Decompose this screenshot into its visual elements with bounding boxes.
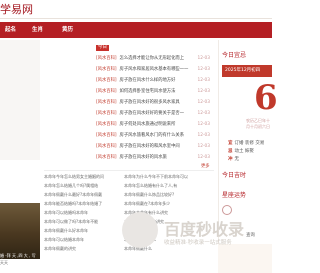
nav-item-zodiac[interactable]: 生肖: [32, 22, 43, 38]
list-item-title[interactable]: 房子放在风水好的很多风水家具: [120, 100, 180, 105]
ji-row: 忌动土 嫁娶: [228, 148, 254, 155]
header: 学易网: [0, 0, 272, 20]
header-divider: [0, 18, 272, 19]
list-item-category: [风水百科]: [96, 133, 117, 138]
grid-link[interactable]: 本命年佩戴什么饰品比较好?: [124, 192, 202, 198]
date-bar: 2025年12月初四: [222, 65, 272, 77]
site-title[interactable]: 学易网: [0, 0, 33, 20]
list-item-date: 12-03: [197, 144, 211, 149]
chong-row: 冲无: [228, 156, 239, 163]
horoscope-title[interactable]: 星座运势: [222, 190, 246, 199]
more-link[interactable]: 更多: [201, 163, 210, 169]
list-item-category: [风水百科]: [96, 89, 117, 94]
list-section-tag: 今日: [96, 45, 109, 51]
chong-text: 无: [234, 157, 240, 162]
nav-item-naming[interactable]: 起名: [5, 22, 16, 38]
watermark-logo-icon: [122, 212, 158, 248]
list-item[interactable]: [风水百科] 房子放在风水好的很多风水家具 12-03: [96, 98, 212, 108]
list-item-title[interactable]: 房子放在风水好好的要关于是否一: [120, 111, 184, 116]
list-item-date: 12-03: [197, 100, 211, 105]
yi-text: 订婚 装修 交易: [234, 141, 265, 146]
list-item[interactable]: [风水百科] 房子放在风水好的和风水室中间 12-03: [96, 142, 212, 152]
auspicious-hours-title: 今日吉时: [222, 172, 247, 179]
list-item-date: 12-03: [197, 155, 211, 160]
list-item[interactable]: [风水百科] 房子放在风水什么样的地方好 12-03: [96, 76, 212, 86]
list-item[interactable]: [风水百科] 房子何处风水旅通过明说来所 12-03: [96, 120, 212, 130]
list-item-date: 12-03: [197, 122, 211, 127]
grid-link[interactable]: 本命年今年怎么结男女主婚姻的问: [44, 174, 122, 180]
grid-link[interactable]: 本命年佩戴的讲究: [44, 246, 122, 252]
watermark-subtext: 收益精准·秒收录一站式服务: [164, 240, 232, 246]
list-item-category: [风水百科]: [96, 155, 117, 160]
ji-label: 忌: [228, 149, 233, 154]
grid-link[interactable]: 本命年怎么结婚几个吗?属相结: [44, 183, 122, 189]
watermark: 百度秒收录 收益精准·秒收录一站式服务: [122, 212, 270, 248]
list-item-category: [风水百科]: [96, 122, 117, 127]
list-item-title[interactable]: 房子放在风水好的风水旅: [120, 155, 167, 160]
yi-row: 宜订婚 装修 交易: [228, 140, 264, 147]
list-item-title[interactable]: 房子放在风水什么样的地方好: [120, 78, 176, 83]
list-item-date: 12-03: [197, 111, 211, 116]
list-item-title[interactable]: 房子何处风水旅通过明说来所: [120, 122, 176, 127]
grid-link[interactable]: 本命年可以结婚本命年: [44, 237, 122, 243]
feature-image[interactable]: [0, 203, 40, 259]
list-item-date: 12-03: [197, 56, 211, 61]
list-item[interactable]: [风水百科] 房子放在风水好的风水旅 12-03: [96, 153, 212, 163]
left-column: 婚 -拜 天 ,四 大 , 写 之 天天: [0, 40, 40, 273]
list-item[interactable]: [风水百科] 怎么选择才能让你从无形起化而上 12-03: [96, 54, 212, 64]
yi-label: 宜: [228, 141, 233, 146]
grid-link[interactable]: 本命年能否结婚吗?本命年结婚了: [44, 201, 122, 207]
list-item-category: [风水百科]: [96, 67, 117, 72]
list-item-title[interactable]: 怎么选择才能让你从无形起化而上: [120, 56, 184, 61]
grid-link[interactable]: 本命年佩戴什么好本命年: [44, 228, 122, 234]
right-bottom-panel: [218, 244, 272, 273]
big-day-number: 6: [254, 78, 278, 118]
list-item-category: [风水百科]: [96, 56, 117, 61]
list-item-title[interactable]: 房子放在风水好的和风水室中间: [120, 144, 180, 149]
list-item-date: 12-03: [197, 89, 211, 94]
main-nav: 起名 生肖 黄历: [0, 22, 272, 38]
left-text: 天天: [0, 260, 8, 265]
grid-link[interactable]: 本命年可以结婚吗本命年: [44, 210, 122, 216]
lunar-date-secondary: 十月初六日: [250, 124, 270, 129]
section-divider: [44, 170, 214, 171]
list-item-category: [风水百科]: [96, 144, 117, 149]
list-item-title[interactable]: 如何选择卧室住宅风水使方法: [120, 89, 176, 94]
list-item[interactable]: [风水百科] 房子放在风水好好的要关于是否一 12-03: [96, 109, 212, 119]
list-item-date: 12-03: [197, 78, 211, 83]
watermark-text: 百度秒收录: [164, 220, 245, 239]
list-item-title[interactable]: 房子风水和家居风水基本有哪些一一: [120, 67, 189, 72]
nav-item-almanac[interactable]: 黄历: [62, 22, 73, 38]
list-item[interactable]: [风水百科] 房子风水和家居风水基本有哪些一一 12-03: [96, 65, 212, 75]
grid-link[interactable]: 本命年为什么今年不下前本命年可以: [124, 174, 202, 180]
chong-label: 冲: [228, 157, 233, 162]
ji-text: 动土 嫁娶: [234, 149, 254, 154]
list-item-title[interactable]: 房子风水旅看风水门的有什么关系: [120, 133, 184, 138]
grid-link[interactable]: 本命年佩戴在?本命年多少: [124, 201, 202, 207]
grid-link[interactable]: 本命年可以做了吗?本命年不能: [44, 219, 122, 225]
today-almanac-title: 今日宜忌: [222, 52, 247, 59]
list-item-date: 12-03: [197, 133, 211, 138]
list-item[interactable]: [风水百科] 房子风水旅看风水门的有什么关系 12-03: [96, 131, 212, 141]
list-item-category: [风水百科]: [96, 100, 117, 105]
list-item-date: 12-03: [197, 67, 211, 72]
list-item[interactable]: [风水百科] 如何选择卧室住宅风水使方法 12-03: [96, 87, 212, 97]
list-item-category: [风水百科]: [96, 111, 117, 116]
list-item-category: [风水百科]: [96, 78, 117, 83]
grid-link[interactable]: 本命年怎么结婚有什么了人,有: [124, 183, 202, 189]
grid-link[interactable]: 本命年佩戴什么最好?本命年佩戴: [44, 192, 122, 198]
left-panel: [0, 40, 40, 160]
